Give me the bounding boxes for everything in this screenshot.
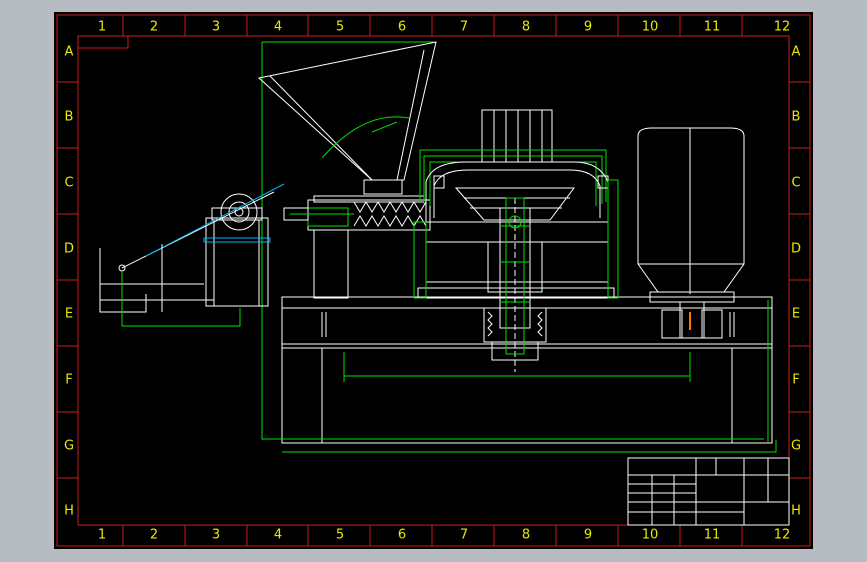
row-label: C bbox=[64, 176, 73, 191]
row-label: G bbox=[791, 439, 801, 454]
column-label: 1 bbox=[98, 528, 106, 543]
column-labels-top: 1 2 3 4 5 6 7 8 9 10 11 12 bbox=[98, 20, 790, 35]
column-label: 1 bbox=[98, 20, 106, 35]
row-label: D bbox=[791, 242, 801, 257]
zone-ticks bbox=[57, 15, 810, 546]
column-label: 11 bbox=[704, 528, 721, 543]
column-label: 10 bbox=[642, 20, 659, 35]
row-label: D bbox=[64, 242, 74, 257]
column-label: 5 bbox=[336, 20, 344, 35]
row-label: B bbox=[792, 110, 801, 125]
row-label: F bbox=[792, 373, 799, 388]
row-labels-right: A B C D E F G H bbox=[791, 45, 801, 519]
row-label: A bbox=[65, 45, 74, 60]
screw-conveyor bbox=[283, 195, 431, 299]
column-label: 5 bbox=[336, 528, 344, 543]
column-label: 4 bbox=[274, 528, 282, 543]
column-label: 7 bbox=[460, 528, 468, 543]
row-label: E bbox=[65, 307, 73, 322]
column-label: 6 bbox=[398, 20, 406, 35]
feed-hopper bbox=[257, 41, 437, 195]
row-label: C bbox=[791, 176, 800, 191]
column-labels-bottom: 1 2 3 4 5 6 7 8 9 10 11 12 bbox=[98, 528, 790, 543]
row-label: F bbox=[65, 373, 72, 388]
assembly-drawing: 1 2 3 4 5 6 7 8 9 10 11 12 1 2 3 4 5 6 7… bbox=[56, 14, 811, 547]
column-label: 2 bbox=[150, 528, 158, 543]
column-label: 10 bbox=[642, 528, 659, 543]
column-label: 11 bbox=[704, 20, 721, 35]
outer-frame bbox=[56, 14, 811, 547]
title-block bbox=[627, 457, 790, 526]
column-label: 8 bbox=[522, 20, 530, 35]
base-frame bbox=[261, 41, 777, 453]
column-label: 12 bbox=[774, 528, 791, 543]
row-label: A bbox=[792, 45, 801, 60]
drive-motor bbox=[99, 183, 285, 327]
column-label: 6 bbox=[398, 528, 406, 543]
column-label: 3 bbox=[212, 20, 220, 35]
column-label: 3 bbox=[212, 528, 220, 543]
row-label: H bbox=[791, 504, 801, 519]
column-label: 9 bbox=[584, 20, 592, 35]
storage-tank bbox=[637, 127, 745, 339]
column-label: 4 bbox=[274, 20, 282, 35]
column-label: 8 bbox=[522, 528, 530, 543]
column-label: 9 bbox=[584, 528, 592, 543]
row-label: B bbox=[65, 110, 74, 125]
row-labels-left: A B C D E F G H bbox=[64, 45, 74, 519]
column-label: 2 bbox=[150, 20, 158, 35]
central-crusher bbox=[413, 109, 619, 372]
row-label: G bbox=[64, 439, 74, 454]
column-label: 12 bbox=[774, 20, 791, 35]
row-label: E bbox=[792, 307, 800, 322]
cad-viewport[interactable]: 1 2 3 4 5 6 7 8 9 10 11 12 1 2 3 4 5 6 7… bbox=[54, 12, 813, 549]
corner-mark bbox=[78, 36, 129, 49]
column-label: 7 bbox=[460, 20, 468, 35]
row-label: H bbox=[64, 504, 74, 519]
